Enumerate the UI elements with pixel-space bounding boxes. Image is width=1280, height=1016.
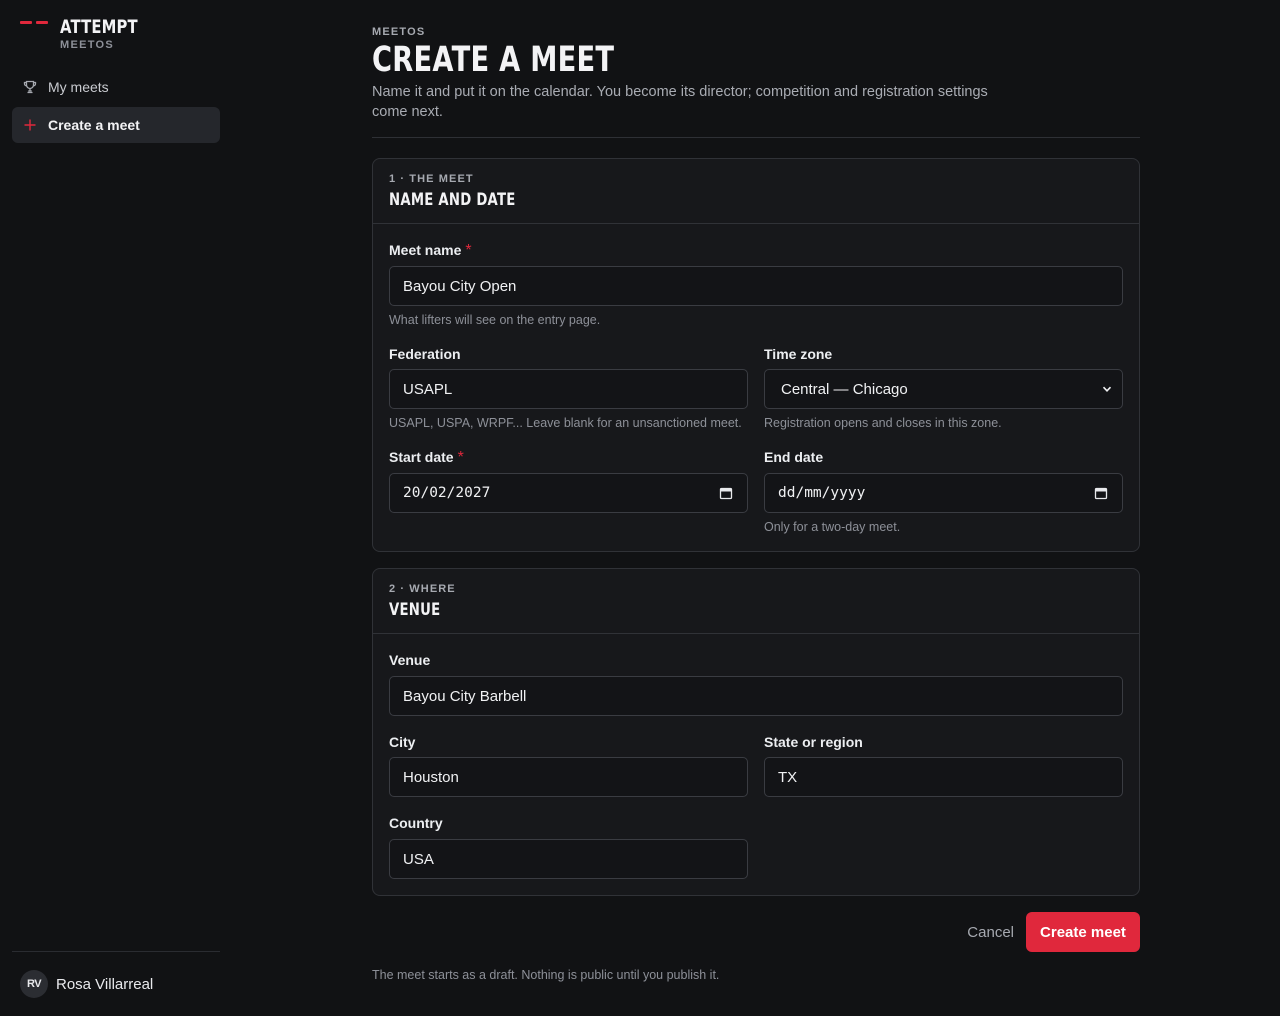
federation-label: Federation	[389, 346, 461, 362]
calendar-icon[interactable]	[719, 486, 733, 500]
end-date-hint: Only for a two-day meet.	[764, 520, 901, 534]
end-date-input[interactable]: dd/mm/yyyy	[764, 473, 1123, 513]
form-actions: Cancel Create meet	[967, 912, 1140, 952]
end-date-label: End date	[764, 449, 824, 465]
page-intro: Name it and put it on the calendar. You …	[372, 84, 988, 120]
brand-mark-icon	[20, 21, 50, 25]
federation-input[interactable]: USAPL	[389, 369, 748, 409]
country-input[interactable]: USA	[389, 839, 748, 879]
meet-name-hint: What lifters will see on the entry page.	[389, 313, 601, 327]
start-date-label: Start date *	[389, 449, 464, 466]
venue-input[interactable]: Bayou City Barbell	[389, 676, 1123, 716]
timezone-label: Time zone	[764, 346, 833, 362]
venue-label: Venue	[389, 652, 431, 668]
user-menu[interactable]: RV Rosa Villarreal	[20, 970, 153, 998]
meet-name-input[interactable]: Bayou City Open	[389, 266, 1123, 306]
brand-sub: MEETOS	[60, 39, 115, 51]
meet-name-label: Meet name *	[389, 242, 472, 259]
section-header: 2 · WHERE VENUE	[373, 569, 1139, 634]
section-header: 1 · THE MEET NAME AND DATE	[373, 159, 1139, 224]
header-divider	[372, 137, 1140, 138]
plus-icon	[22, 117, 38, 133]
create-meet-button[interactable]: Create meet	[1026, 912, 1140, 952]
timezone-hint: Registration opens and closes in this zo…	[764, 416, 1002, 430]
page-title: CREATE A MEET	[372, 40, 615, 80]
required-marker: *	[457, 449, 464, 466]
timezone-select[interactable]: Central — Chicago	[764, 369, 1123, 409]
section-name-and-date: 1 · THE MEET NAME AND DATE Meet name * Ba…	[372, 158, 1140, 552]
trophy-icon	[22, 79, 38, 95]
calendar-icon[interactable]	[1094, 486, 1108, 500]
start-date-input[interactable]: 20/02/2027	[389, 473, 748, 513]
sidebar-divider	[12, 951, 220, 952]
sidebar-item-my-meets[interactable]: My meets	[12, 69, 220, 105]
required-marker: *	[465, 242, 472, 259]
chevron-down-icon	[1102, 386, 1112, 392]
sidebar: ATTEMPT MEETOS My meets Create a meet RV…	[0, 0, 232, 1016]
section-eyebrow: 2 · WHERE	[389, 583, 456, 595]
city-input[interactable]: Houston	[389, 757, 748, 797]
sidebar-item-label: My meets	[48, 79, 109, 95]
sidebar-item-label: Create a meet	[48, 117, 140, 133]
sidebar-item-create-meet[interactable]: Create a meet	[12, 107, 220, 143]
cancel-button[interactable]: Cancel	[967, 924, 1014, 941]
sidebar-nav: My meets Create a meet	[12, 69, 220, 145]
country-label: Country	[389, 815, 443, 831]
city-label: City	[389, 734, 416, 750]
section-title: VENUE	[389, 600, 441, 620]
section-venue: 2 · WHERE VENUE Venue Bayou City Barbell…	[372, 568, 1140, 896]
brand-name: ATTEMPT	[60, 16, 138, 38]
federation-hint: USAPL, USPA, WRPF... Leave blank for an …	[389, 416, 742, 430]
section-title: NAME AND DATE	[389, 190, 516, 210]
avatar: RV	[20, 970, 48, 998]
draft-footnote: The meet starts as a draft. Nothing is p…	[372, 968, 720, 982]
page-eyebrow: MEETOS	[372, 26, 426, 38]
user-name: Rosa Villarreal	[56, 975, 154, 993]
state-label: State or region	[764, 734, 863, 750]
section-eyebrow: 1 · THE MEET	[389, 173, 474, 185]
state-input[interactable]: TX	[764, 757, 1123, 797]
